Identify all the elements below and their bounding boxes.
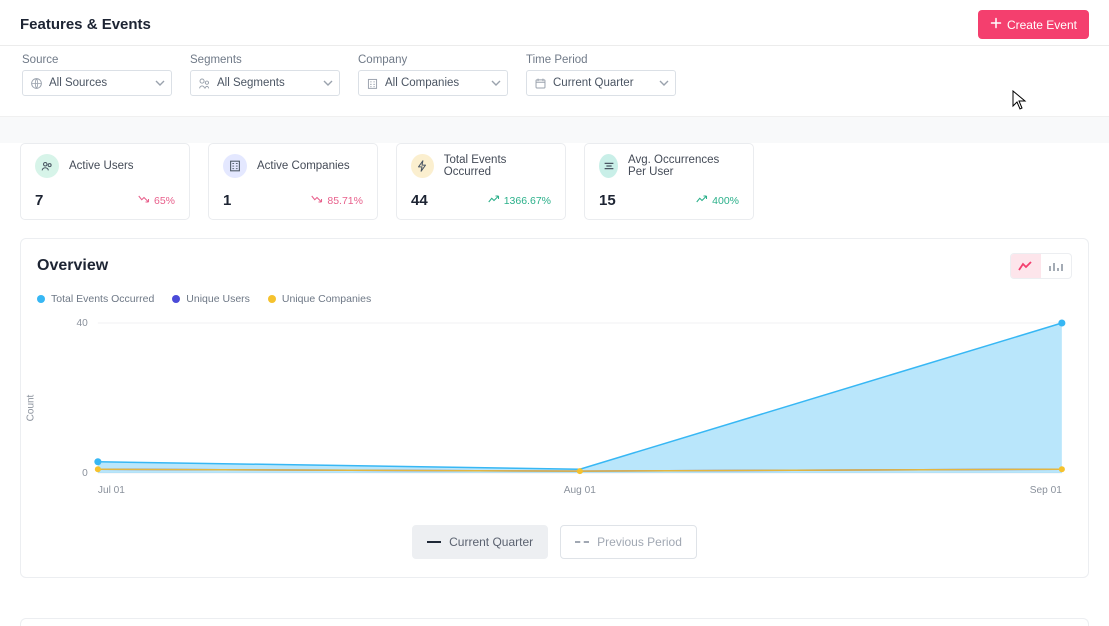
legend-unique-companies[interactable]: Unique Companies bbox=[268, 293, 371, 305]
chart-y-title: Count bbox=[26, 395, 37, 422]
card-avg-per-user-label: Avg. Occurrences Per User bbox=[628, 154, 739, 178]
card-active-users-label: Active Users bbox=[69, 160, 134, 172]
ytick-0: 0 bbox=[82, 468, 88, 479]
chevron-down-icon bbox=[155, 77, 165, 89]
users-icon bbox=[35, 154, 59, 178]
next-panel-top bbox=[20, 618, 1089, 626]
source-label: Source bbox=[22, 54, 172, 66]
dot-icon bbox=[172, 295, 180, 303]
card-avg-per-user[interactable]: Avg. Occurrences Per User 15 400% bbox=[584, 143, 754, 220]
plus-icon bbox=[990, 17, 1002, 32]
overview-title: Overview bbox=[37, 257, 108, 275]
legend-total-events[interactable]: Total Events Occurred bbox=[37, 293, 154, 305]
period-toggle: Current Quarter Previous Period bbox=[37, 525, 1072, 559]
segments-select[interactable]: All Segments bbox=[190, 70, 340, 96]
trend-down-icon bbox=[311, 193, 323, 208]
card-active-users-trend: 65% bbox=[138, 193, 175, 208]
chart-legend: Total Events Occurred Unique Users Uniqu… bbox=[37, 293, 1072, 305]
kpi-cards: Active Users 7 65% Active Companies 1 85… bbox=[0, 143, 1109, 220]
page-title: Features & Events bbox=[20, 16, 151, 33]
solid-line-icon bbox=[427, 541, 441, 543]
card-total-events-label: Total Events Occurred bbox=[444, 154, 551, 178]
company-value: All Companies bbox=[385, 77, 485, 89]
card-active-companies-value: 1 bbox=[223, 192, 231, 209]
ytick-40: 40 bbox=[76, 318, 88, 329]
current-quarter-button[interactable]: Current Quarter bbox=[412, 525, 548, 559]
legend-unique-users[interactable]: Unique Users bbox=[172, 293, 250, 305]
card-active-users-value: 7 bbox=[35, 192, 43, 209]
line-view-button[interactable] bbox=[1011, 254, 1041, 278]
card-avg-per-user-trend: 400% bbox=[696, 193, 739, 208]
xtick-0: Jul 01 bbox=[98, 485, 125, 496]
building-icon bbox=[223, 154, 247, 178]
calendar-icon bbox=[533, 76, 547, 90]
trend-up-icon bbox=[696, 193, 708, 208]
segments-value: All Segments bbox=[217, 77, 317, 89]
bar-view-button[interactable] bbox=[1041, 254, 1071, 278]
timeperiod-value: Current Quarter bbox=[553, 77, 653, 89]
globe-icon bbox=[29, 76, 43, 90]
overview-chart: Count 40 0 Jul 01 Aug 01 Sep 01 bbox=[37, 313, 1072, 503]
building-icon bbox=[365, 76, 379, 90]
trend-down-icon bbox=[138, 193, 150, 208]
chevron-down-icon bbox=[323, 77, 333, 89]
timeperiod-select[interactable]: Current Quarter bbox=[526, 70, 676, 96]
chevron-down-icon bbox=[491, 77, 501, 89]
xtick-1: Aug 01 bbox=[564, 485, 597, 496]
card-active-companies-trend: 85.71% bbox=[311, 193, 363, 208]
create-event-label: Create Event bbox=[1007, 18, 1077, 32]
trend-up-icon bbox=[488, 193, 500, 208]
card-total-events[interactable]: Total Events Occurred 44 1366.67% bbox=[396, 143, 566, 220]
timeperiod-label: Time Period bbox=[526, 54, 676, 66]
filter-bar: Source All Sources Segments All Segments… bbox=[0, 46, 1109, 117]
card-total-events-value: 44 bbox=[411, 192, 428, 209]
source-value: All Sources bbox=[49, 77, 149, 89]
card-total-events-trend: 1366.67% bbox=[488, 193, 551, 208]
segments-label: Segments bbox=[190, 54, 340, 66]
xtick-2: Sep 01 bbox=[1030, 485, 1063, 496]
previous-period-button[interactable]: Previous Period bbox=[560, 525, 697, 559]
overview-panel: Overview Total Events Occurred Unique Us… bbox=[20, 238, 1089, 578]
average-icon bbox=[599, 154, 618, 178]
card-avg-per-user-value: 15 bbox=[599, 192, 616, 209]
chart-view-toggle bbox=[1010, 253, 1072, 279]
card-active-users[interactable]: Active Users 7 65% bbox=[20, 143, 190, 220]
card-active-companies[interactable]: Active Companies 1 85.71% bbox=[208, 143, 378, 220]
bolt-icon bbox=[411, 154, 434, 178]
company-label: Company bbox=[358, 54, 508, 66]
company-select[interactable]: All Companies bbox=[358, 70, 508, 96]
dot-icon bbox=[37, 295, 45, 303]
chart-svg: 40 0 Jul 01 Aug 01 Sep 01 bbox=[37, 313, 1072, 503]
source-select[interactable]: All Sources bbox=[22, 70, 172, 96]
chevron-down-icon bbox=[659, 77, 669, 89]
segments-icon bbox=[197, 76, 211, 90]
dashed-line-icon bbox=[575, 541, 589, 543]
card-active-companies-label: Active Companies bbox=[257, 160, 350, 172]
create-event-button[interactable]: Create Event bbox=[978, 10, 1089, 39]
dot-icon bbox=[268, 295, 276, 303]
